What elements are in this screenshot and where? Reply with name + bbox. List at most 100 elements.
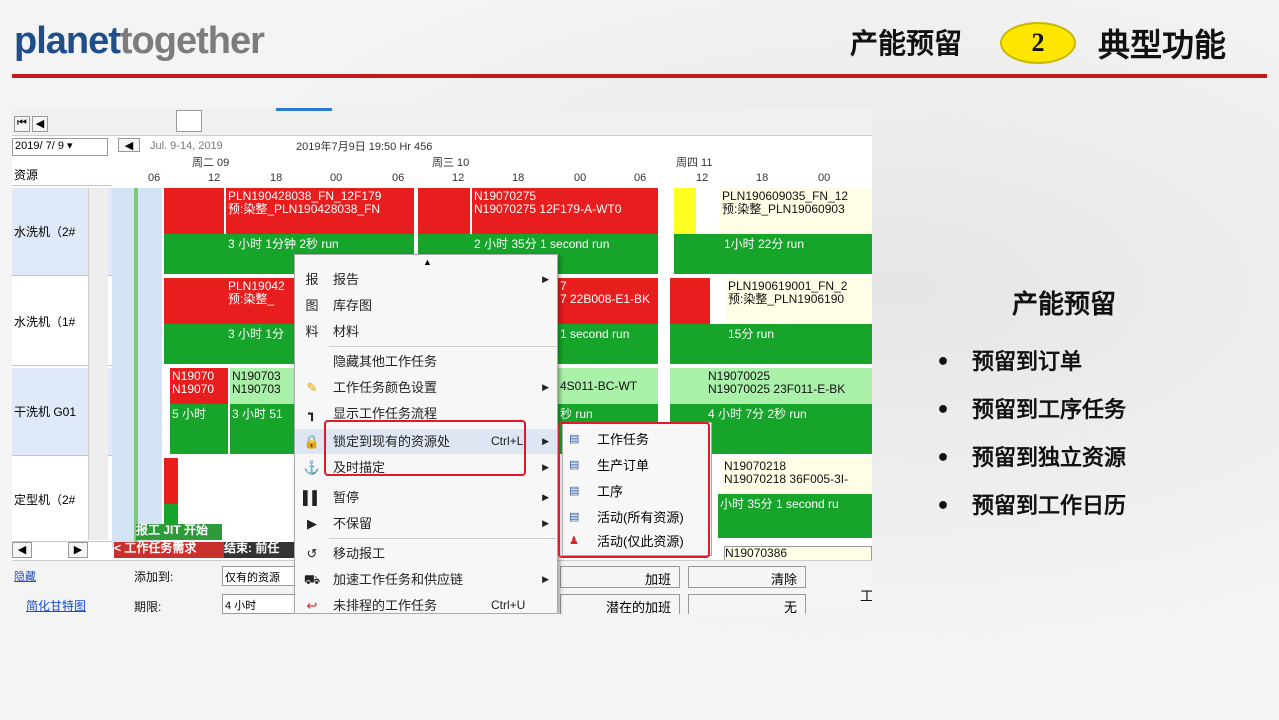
day-label: 周三 10 [432,157,470,169]
prev-page-button[interactable]: ◀ [32,116,48,132]
flow-icon: ┓ [308,406,316,421]
highlight-box [324,420,526,476]
day-label: 周二 09 [192,157,230,169]
job-run-block[interactable]: 3 小时 51 [230,404,294,454]
first-page-button[interactable]: ⏮ [14,116,30,132]
bullet-item: • 预留到订单 [936,350,1083,375]
menu-item-hide-other-jobs[interactable]: 隐藏其他工作任务 [295,349,557,374]
jit-start-tag: 报工 JIT 开始 [136,524,222,540]
potential-overtime-button[interactable]: 潜在的加班 [560,594,680,614]
hour-tick: 12 [452,172,465,184]
section-title: 产能预留 [850,27,963,60]
job-block[interactable]: N190703 N190703 [230,368,294,404]
menu-scroll-up-icon[interactable]: ▲ [423,257,432,267]
predecessor-end-tag: 结束: 前任 [224,542,296,558]
jit-line [134,188,138,544]
clear-button[interactable]: 清除 [688,566,806,588]
period-label: 期限: [134,600,162,614]
chart-icon: 图 [305,298,319,313]
job-run-block[interactable]: 1小时 22分 run [674,234,872,274]
simple-gantt-link[interactable]: 简化甘特图 [26,597,86,614]
job-run-block[interactable]: 小时 35分 1 second ru [718,494,872,538]
job-run-block[interactable]: 5 小时 [170,404,228,454]
job-block[interactable]: PLN19042 预:染整_ [164,278,294,324]
bullet-item: • 预留到工作日历 [936,494,1127,519]
add-to-label: 添加到: [134,570,174,584]
job-run-block[interactable]: 15分 run [670,324,872,364]
date-range-label: Jul. 9-14, 2019 [150,140,223,152]
day-label: 周四 11 [676,157,713,169]
play-icon: ▶ [307,516,317,531]
menu-divider [329,538,557,539]
hour-tick: 06 [634,172,647,184]
section-number-badge: 2 [1000,22,1076,64]
pause-icon: ▌▌ [303,490,322,505]
job-block[interactable] [674,188,696,234]
menu-item-materials[interactable]: 料材料 [295,319,557,344]
hour-tick: 12 [696,172,709,184]
add-to-select[interactable]: 仅有的资源 [222,566,296,586]
report-icon: 报 [305,272,319,287]
job-demand-tag: < 工作任务需求 [114,542,224,558]
job-block[interactable]: PLN190609035_FN_12 预:染整_PLN19060903 [720,188,872,234]
menu-item-hold[interactable]: ▌▌ 暂停 ▶ [295,485,557,510]
job-run-block[interactable]: 1 second run [558,324,658,364]
side-panel-title: 产能预留 [1012,290,1117,320]
hour-tick: 06 [392,172,405,184]
lock-icon: 🔒 [303,434,321,449]
pencil-icon: ✎ [306,380,318,395]
job-block[interactable] [164,188,224,234]
menu-divider [329,346,557,347]
job-block[interactable]: 4S011-BC-WT [558,368,658,404]
hour-tick: 00 [574,172,587,184]
menu-item-report[interactable]: 报报告 ▶ [295,267,557,292]
current-time-label: 2019年7月9日 19:50 Hr 456 [296,141,433,153]
job-block[interactable]: N19070 N19070 [170,368,228,404]
resource-scrollbar[interactable] [88,188,108,540]
hour-tick: 18 [512,172,525,184]
date-select[interactable]: 2019/ 7/ 9 ▾ [12,138,108,156]
job-block[interactable]: N19070218 N19070218 36F005-3I- [722,458,872,494]
scroll-right-button[interactable]: ▶ [68,542,88,558]
menu-item-expedite[interactable]: ⛟ 加速工作任务和供应链 ▶ [295,567,557,592]
scroll-left-button[interactable]: ◀ [12,542,32,558]
scroll-thumb[interactable] [176,110,202,132]
planettogether-logo: planettogether [14,20,265,62]
menu-item-move-report[interactable]: ↺ 移动报工 [295,541,557,566]
hour-tick: 00 [818,172,831,184]
job-block[interactable]: N19070025 N19070025 23F011-E-BK [670,368,872,404]
job-block[interactable]: PLN190619001_FN_2 预:染整_PLN1906190 [726,278,872,324]
hour-tick: 12 [208,172,221,184]
hour-tick: 18 [270,172,283,184]
overtime-button[interactable]: 加班 [560,566,680,588]
menu-item-inventory-chart[interactable]: 图库存图 [295,293,557,318]
menu-item-unschedule[interactable]: ↩ 未排程的工作任务 Ctrl+U [295,593,557,614]
none-button[interactable]: 无 [688,594,806,614]
period-input[interactable]: 4 小时 [222,594,296,614]
hide-link[interactable]: 隐藏 [14,568,36,584]
job-block[interactable] [164,458,178,504]
highlight-box [558,422,710,558]
hour-tick: 18 [756,172,769,184]
panel-label: 工 [860,588,872,604]
bullet-item: • 预留到工序任务 [936,398,1127,423]
tab-indicator [276,108,332,111]
slide-title: 典型功能 [1098,26,1227,64]
menu-item-job-color[interactable]: ✎ 工作任务颜色设置 ▶ [295,375,557,400]
anchor-icon: ⚓ [303,460,321,475]
top-toolbar [12,108,872,136]
hour-tick: 00 [330,172,343,184]
back-button[interactable]: ◀ [118,138,140,152]
truck-icon: ⛟ [303,572,321,587]
job-block[interactable]: PLN190428038_FN_12F179 预:染整_PLN190428038_… [226,188,414,234]
job-block[interactable]: 77 22B008-E1-BK [558,278,658,324]
materials-icon: 料 [305,324,319,339]
job-block[interactable] [670,278,710,324]
job-block[interactable]: N19070275 N19070275 12F179-A-WT0 [472,188,658,234]
menu-item-unreserve[interactable]: ▶ 不保留 ▶ [295,511,557,536]
bullet-item: • 预留到独立资源 [936,446,1127,471]
hour-tick: 06 [148,172,161,184]
header-divider [12,74,1267,78]
job-block[interactable] [418,188,470,234]
job-run-block[interactable]: 3 小时 1分 [164,324,294,364]
